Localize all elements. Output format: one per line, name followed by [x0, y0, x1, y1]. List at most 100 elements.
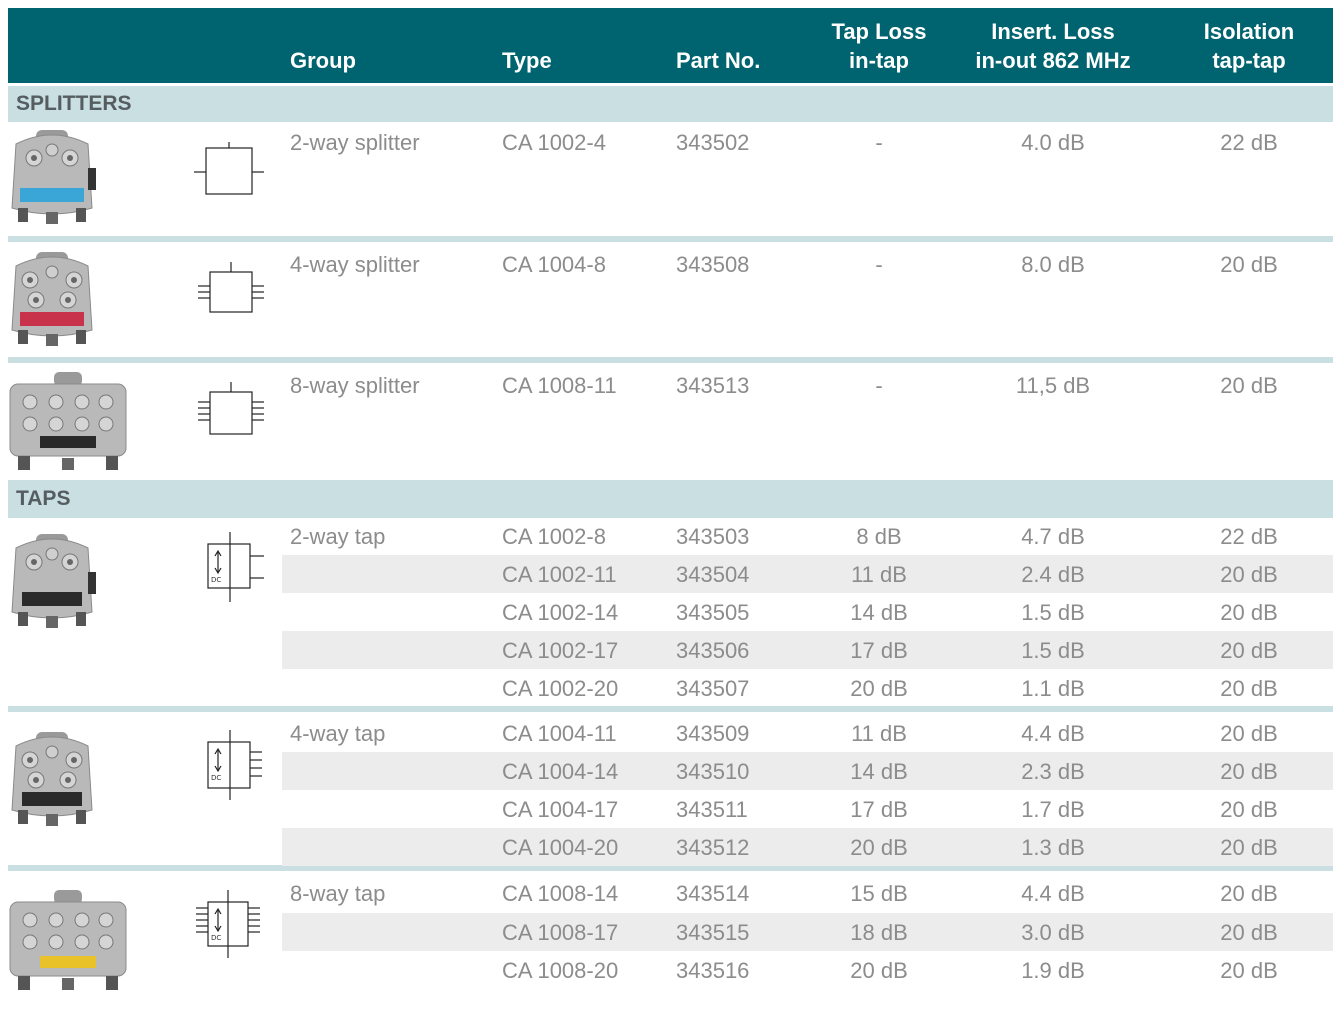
cell-tap-loss: 15 dB — [850, 881, 908, 906]
cell-insert-loss: 4.0 dB — [1021, 130, 1085, 155]
group-name: 2-way splitter — [290, 130, 420, 155]
cell-isolation: 20 dB — [1220, 835, 1278, 860]
cell-part-no: 343513 — [676, 373, 750, 398]
cell-insert-loss: 1.3 dB — [1021, 835, 1085, 860]
cell-tap-loss: 18 dB — [850, 920, 908, 945]
cell-isolation: 20 dB — [1220, 958, 1278, 983]
section-title: SPLITTERS — [16, 92, 132, 115]
cell-type: CA 1004-14 — [502, 759, 619, 784]
cell-tap-loss: - — [875, 373, 883, 398]
cell-isolation: 20 dB — [1220, 600, 1278, 625]
svg-text:DC: DC — [211, 934, 221, 942]
cell-type: CA 1004-17 — [502, 797, 619, 822]
cell-part-no: 343508 — [676, 252, 750, 277]
cell-part-no: 343506 — [676, 638, 750, 663]
cell-type: CA 1004-20 — [502, 835, 619, 860]
tap-4way-photo — [11, 732, 93, 826]
group-name: 8-way splitter — [290, 373, 420, 398]
cell-part-no: 343516 — [676, 958, 750, 983]
tap-8way-photo — [9, 890, 127, 990]
header-insert-loss-line1: Insert. Loss — [991, 19, 1115, 44]
svg-text:DC: DC — [211, 576, 221, 584]
cell-part-no: 343505 — [676, 600, 750, 625]
cell-isolation: 22 dB — [1220, 130, 1278, 155]
table-header: Group Type Part No. Tap Loss in-tap Inse… — [8, 8, 1333, 83]
header-isolation: Isolation tap-tap — [1178, 17, 1320, 75]
cell-isolation: 20 dB — [1220, 252, 1278, 277]
group-name: 4-way tap — [290, 721, 386, 746]
cell-type: CA 1004-8 — [502, 252, 606, 277]
header-insert-loss-line2: in-out 862 MHz — [975, 48, 1131, 73]
cell-insert-loss: 4.7 dB — [1021, 524, 1085, 549]
group-name: 8-way tap — [290, 881, 386, 906]
tap-8way-symbol-icon: DC — [196, 890, 260, 958]
cell-insert-loss: 8.0 dB — [1021, 252, 1085, 277]
cell-tap-loss: 14 dB — [850, 600, 908, 625]
header-tap-loss: Tap Loss in-tap — [808, 17, 950, 75]
group-name: 2-way tap — [290, 524, 386, 549]
cell-type: CA 1008-20 — [502, 958, 619, 983]
cell-insert-loss: 11,5 dB — [1015, 373, 1091, 398]
cell-isolation: 20 dB — [1220, 373, 1278, 398]
cell-tap-loss: 20 dB — [850, 835, 908, 860]
cell-tap-loss: 14 dB — [850, 759, 908, 784]
cell-part-no: 343503 — [676, 524, 750, 549]
cell-insert-loss: 4.4 dB — [1021, 721, 1085, 746]
cell-tap-loss: 11 dB — [851, 721, 907, 746]
cell-insert-loss: 2.3 dB — [1021, 759, 1085, 784]
cell-insert-loss: 4.4 dB — [1021, 881, 1085, 906]
section-taps: TAPS — [8, 480, 1333, 518]
cell-isolation: 20 dB — [1220, 562, 1278, 587]
cell-tap-loss: 20 dB — [850, 676, 908, 701]
cell-type: CA 1008-14 — [502, 881, 619, 906]
cell-type: CA 1002-14 — [502, 600, 619, 625]
cell-insert-loss: 1.1 dB — [1021, 676, 1085, 701]
cell-part-no: 343511 — [676, 797, 748, 822]
cell-insert-loss: 1.9 dB — [1021, 958, 1085, 983]
cell-type: CA 1002-4 — [502, 130, 606, 155]
cell-insert-loss: 1.5 dB — [1021, 600, 1085, 625]
cell-tap-loss: 17 dB — [850, 797, 908, 822]
group-divider — [8, 236, 1333, 242]
group-name: 4-way splitter — [290, 252, 420, 277]
cell-part-no: 343507 — [676, 676, 750, 701]
cell-insert-loss: 2.4 dB — [1021, 562, 1085, 587]
cell-isolation: 20 dB — [1220, 920, 1278, 945]
tap-4way-symbol-icon: DC — [207, 730, 262, 800]
header-tap-loss-line1: Tap Loss — [831, 19, 927, 44]
cell-part-no: 343515 — [676, 920, 750, 945]
header-part-no: Part No. — [676, 48, 761, 73]
header-isolation-line2: tap-tap — [1212, 48, 1286, 73]
section-title: TAPS — [16, 487, 71, 510]
cell-tap-loss: 17 dB — [850, 638, 908, 663]
cell-part-no: 343514 — [676, 881, 750, 906]
header-isolation-line1: Isolation — [1203, 19, 1295, 44]
cell-isolation: 20 dB — [1220, 638, 1278, 663]
group-divider — [8, 357, 1333, 363]
cell-tap-loss: 11 dB — [851, 562, 907, 587]
cell-type: CA 1004-11 — [502, 721, 617, 746]
header-insert-loss: Insert. Loss in-out 862 MHz — [953, 17, 1153, 75]
tap-2way-symbol-icon: DC — [207, 532, 264, 602]
header-type: Type — [502, 48, 552, 73]
cell-type: CA 1002-8 — [502, 524, 606, 549]
cell-isolation: 20 dB — [1220, 721, 1278, 746]
cell-isolation: 20 dB — [1220, 797, 1278, 822]
cell-tap-loss: 20 dB — [850, 958, 908, 983]
splitter-8way-photo — [9, 372, 127, 470]
splitter-8way-symbol-icon — [198, 382, 264, 435]
cell-tap-loss: - — [875, 252, 883, 277]
cell-type: CA 1008-11 — [502, 373, 617, 398]
cell-type: CA 1002-11 — [502, 562, 617, 587]
cell-insert-loss: 3.0 dB — [1021, 920, 1085, 945]
cell-tap-loss: 8 dB — [856, 524, 902, 549]
tap-2way-photo — [11, 534, 96, 628]
header-tap-loss-line2: in-tap — [849, 48, 909, 73]
cell-tap-loss: - — [875, 130, 883, 155]
cell-part-no: 343512 — [676, 835, 750, 860]
cell-insert-loss: 1.7 dB — [1021, 797, 1085, 822]
cell-part-no: 343510 — [676, 759, 750, 784]
cell-part-no: 343509 — [676, 721, 750, 746]
cell-part-no: 343504 — [676, 562, 750, 587]
splitter-2way-photo — [11, 130, 96, 224]
